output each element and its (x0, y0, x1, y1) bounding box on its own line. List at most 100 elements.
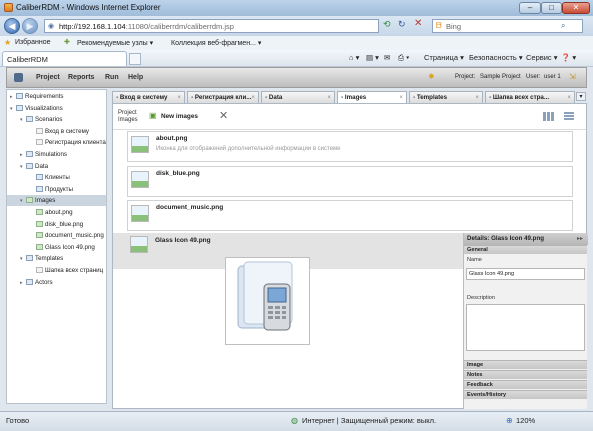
new-images-button[interactable]: New images (161, 113, 198, 120)
grid-view-icon[interactable] (543, 112, 554, 121)
fav-suggested-sites[interactable]: Рекомендуемые узлы ▾ (77, 39, 153, 47)
favorites-button[interactable]: Избранное (15, 39, 50, 46)
feeds-icon[interactable]: ▤ ▾ (366, 53, 379, 62)
images-panel: Project Images ▣ New images ✕ about.png … (112, 103, 588, 409)
doc-icon (36, 139, 43, 146)
tree-node[interactable]: about.png (7, 207, 106, 218)
close-tab-icon[interactable]: × (251, 92, 255, 103)
expand-toggle-icon[interactable]: ▾ (20, 115, 25, 126)
tree-node[interactable]: ▾ Scenarios (7, 114, 106, 125)
section-general[interactable]: General (464, 245, 587, 254)
close-tab-icon[interactable]: × (475, 92, 479, 103)
menu-run[interactable]: Run (105, 74, 119, 81)
print-icon[interactable]: ⎙ ▾ (398, 53, 409, 63)
folder-icon (36, 174, 43, 181)
description-field[interactable] (466, 304, 585, 351)
compat-view-icon[interactable]: ⟲ (383, 19, 391, 30)
refresh-icon[interactable]: ↻ (398, 19, 406, 30)
image-card[interactable]: document_music.png (127, 200, 573, 231)
list-view-icon[interactable] (564, 112, 574, 121)
menu-help[interactable]: Help (128, 74, 143, 81)
section-notes[interactable]: Notes (464, 370, 587, 379)
security-menu[interactable]: Безопасность ▾ (469, 53, 523, 62)
editor-tab[interactable]: ▪ Data × (261, 91, 335, 103)
image-card[interactable]: disk_blue.png (127, 166, 573, 197)
browser-tab-label: CaliberRDM (7, 55, 48, 64)
images-toolbar: Project Images ▣ New images ✕ (113, 104, 586, 130)
search-icon[interactable]: ⌕ (561, 21, 565, 31)
logout-icon[interactable]: ⇲ (569, 72, 576, 81)
new-images-icon[interactable]: ▣ (149, 111, 157, 120)
tree-node[interactable]: disk_blue.png (7, 219, 106, 230)
editor-tab[interactable]: ▪ Шапка всех стра... × (485, 91, 575, 103)
tree-node[interactable]: ▾ Visualizations (7, 103, 106, 114)
tree-node[interactable]: ▾ Templates (7, 253, 106, 264)
editor-tab[interactable]: ▪ Templates × (409, 91, 483, 103)
expand-toggle-icon[interactable]: ▾ (20, 162, 25, 173)
notification-icon[interactable]: ✸ (428, 72, 435, 81)
maximize-button[interactable]: □ (541, 2, 562, 14)
tree-node[interactable]: Продукты (7, 184, 106, 195)
tree-node[interactable]: ▾ Data (7, 161, 106, 172)
menu-project[interactable]: Project (36, 74, 60, 81)
stop-icon[interactable]: ✕ (414, 18, 422, 29)
home-icon[interactable]: ⌂ ▾ (349, 53, 359, 62)
help-menu[interactable]: ❓ ▾ (561, 53, 576, 62)
folder-icon (26, 116, 33, 123)
expand-toggle-icon[interactable]: ▾ (20, 196, 25, 207)
address-bar[interactable]: ◉ http://192.168.1.104:11080/caliberrdm/… (44, 19, 379, 33)
mail-icon[interactable]: ✉ (384, 53, 390, 62)
user-value: user 1 (544, 74, 561, 80)
close-tab-icon[interactable]: × (567, 92, 571, 103)
expand-toggle-icon[interactable]: ▸ (20, 150, 25, 161)
img-icon (36, 232, 43, 239)
close-tab-icon[interactable]: × (399, 92, 403, 103)
fav-web-slices[interactable]: Коллекция веб-фрагмен... ▾ (171, 39, 261, 47)
editor-tab[interactable]: ▪ Регистрация кли... × (187, 91, 259, 103)
tree-node[interactable]: ▾ Images (7, 195, 106, 207)
image-card[interactable]: about.png Иконка для отображений дополни… (127, 131, 573, 162)
close-window-button[interactable]: ✕ (562, 2, 590, 14)
close-tab-icon[interactable]: × (177, 92, 181, 103)
delete-icon[interactable]: ✕ (219, 109, 228, 122)
tree-node-label: disk_blue.png (45, 220, 84, 228)
menu-reports[interactable]: Reports (68, 74, 94, 81)
tree-node[interactable]: Шапка всех страниц (7, 265, 106, 276)
tree-node[interactable]: Регистрация клиента (7, 137, 106, 148)
project-tree: ▸ Requirements ▾ Visualizations ▾ Scenarios Вх… (6, 89, 107, 404)
name-field[interactable]: Glass Icon 49.png (466, 268, 585, 280)
tree-node[interactable]: Клиенты (7, 172, 106, 183)
browser-tab[interactable]: CaliberRDM (2, 51, 127, 66)
tree-node[interactable]: ▸ Simulations (7, 149, 106, 160)
tree-node[interactable]: document_music.png (7, 230, 106, 241)
expand-toggle-icon[interactable]: ▸ (10, 92, 15, 103)
tree-node-label: about.png (45, 209, 73, 216)
close-tab-icon[interactable]: × (327, 92, 331, 103)
back-button[interactable]: ◀ (4, 18, 20, 34)
expand-toggle-icon[interactable]: ▾ (10, 104, 15, 115)
section-feedback[interactable]: Feedback (464, 380, 587, 389)
collapse-details-icon[interactable]: ▸▸ (577, 235, 583, 242)
forward-button[interactable]: ▶ (22, 18, 38, 34)
tree-node[interactable]: ▸ Actors (7, 277, 106, 288)
tree-node[interactable]: Glass Icon 49.png (7, 242, 106, 253)
zoom-level[interactable]: 120% (516, 416, 535, 425)
expand-toggle-icon[interactable]: ▾ (20, 254, 25, 265)
new-tab-button[interactable] (129, 53, 141, 65)
tools-menu[interactable]: Сервис ▾ (526, 53, 558, 62)
editor-tab[interactable]: ▪ Вход в систему × (112, 91, 185, 103)
tab-list-button[interactable]: ▾ (576, 92, 586, 101)
search-box[interactable]: ᗷ Bing ⌕ (432, 19, 583, 33)
section-image[interactable]: Image (464, 360, 587, 369)
doc-icon (36, 267, 43, 273)
tree-node-label: Simulations (35, 151, 67, 158)
minimize-button[interactable]: – (519, 2, 541, 14)
favorites-star-icon[interactable]: ★ (4, 38, 11, 47)
image-description: Иконка для отображений дополнительной ин… (156, 146, 341, 152)
expand-toggle-icon[interactable]: ▸ (20, 278, 25, 289)
page-menu[interactable]: Страница ▾ (424, 53, 464, 62)
add-favorite-icon[interactable]: ✚ (64, 38, 70, 46)
tree-node[interactable]: ▸ Requirements (7, 91, 106, 102)
section-events-history[interactable]: Events/History (464, 390, 587, 399)
tree-node[interactable]: Вход в систему (7, 126, 106, 137)
